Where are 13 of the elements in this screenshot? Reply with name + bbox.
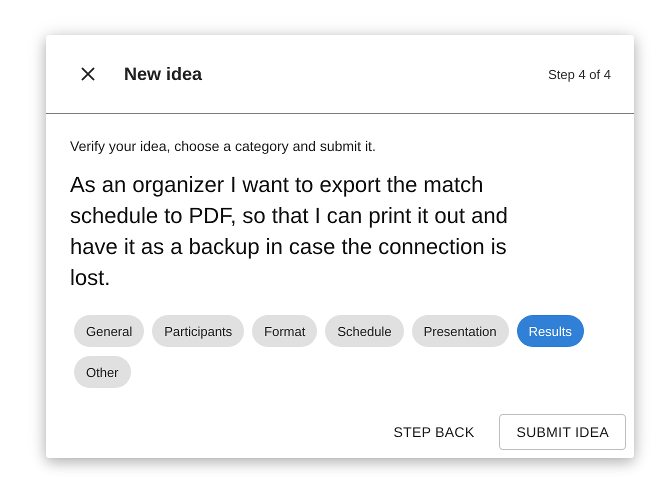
category-chip[interactable]: Presentation [412, 315, 509, 347]
idea-text: As an organizer I want to export the match schedule to PDF, so that I can print it out and have it as a backup in case the connection is lost. [70, 171, 509, 292]
step-indicator: Step 4 of 4 [548, 66, 611, 82]
dialog-title: New idea [124, 64, 204, 84]
submit-button[interactable]: SUBMIT IDEA [499, 414, 626, 450]
category-chip[interactable]: Schedule [325, 315, 404, 347]
instruction-text: Verify your idea, choose a category and submit it. [70, 138, 377, 154]
category-chip[interactable]: Format [252, 315, 318, 347]
category-chip[interactable]: Other [74, 356, 131, 388]
category-chip[interactable]: General [74, 315, 144, 347]
category-chip[interactable]: Results [516, 315, 584, 347]
close-icon [80, 66, 96, 82]
category-chip[interactable]: Participants [152, 315, 244, 347]
